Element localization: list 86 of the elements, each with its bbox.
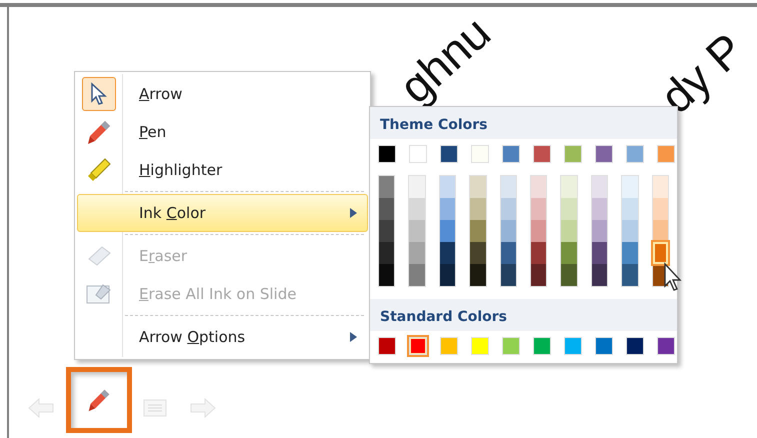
color-swatch[interactable] [595, 337, 613, 355]
menu-item[interactable]: Ink Color [77, 194, 368, 232]
color-swatch[interactable] [502, 337, 520, 355]
color-swatch[interactable] [440, 220, 456, 242]
color-swatch[interactable] [592, 242, 608, 264]
menu-item[interactable]: Arrow Options [77, 318, 368, 356]
pen-button[interactable] [66, 367, 132, 433]
color-swatch[interactable] [533, 337, 551, 355]
color-swatch[interactable] [592, 264, 608, 286]
color-swatch[interactable] [470, 176, 486, 198]
color-swatch[interactable] [531, 220, 546, 242]
color-swatch[interactable] [471, 337, 489, 355]
color-swatch[interactable] [502, 145, 520, 163]
pen-icon [85, 118, 113, 146]
color-swatch[interactable] [409, 220, 425, 242]
color-swatch[interactable] [440, 242, 456, 264]
previous-arrow-icon [27, 396, 55, 420]
color-swatch[interactable] [378, 337, 396, 355]
color-swatch[interactable] [564, 145, 582, 163]
color-swatch[interactable] [592, 198, 608, 220]
color-swatch[interactable] [592, 176, 608, 198]
color-swatch[interactable] [622, 264, 638, 286]
menu-icon [142, 397, 168, 419]
color-swatch[interactable] [470, 198, 486, 220]
color-swatch[interactable] [622, 220, 638, 242]
section-heading: Standard Colors [370, 299, 677, 331]
color-swatch[interactable] [531, 176, 546, 198]
color-swatch[interactable] [379, 220, 394, 242]
color-swatch[interactable] [378, 145, 396, 163]
color-swatch[interactable] [561, 242, 577, 264]
color-swatch[interactable] [500, 264, 516, 286]
color-swatch[interactable] [622, 198, 638, 220]
color-swatch[interactable] [652, 242, 668, 264]
color-swatch[interactable] [622, 176, 638, 198]
menu-item[interactable]: Highlighter [77, 151, 368, 189]
color-swatch[interactable] [440, 337, 458, 355]
color-swatch[interactable] [500, 220, 516, 242]
color-swatch[interactable] [592, 220, 608, 242]
next-arrow-icon [189, 396, 217, 420]
color-swatch[interactable] [470, 264, 486, 286]
color-swatch[interactable] [500, 198, 516, 220]
submenu-arrow-icon [350, 332, 357, 342]
color-swatch[interactable] [500, 242, 516, 264]
color-swatch[interactable] [409, 264, 425, 286]
color-swatch[interactable] [626, 145, 644, 163]
color-swatch[interactable] [561, 198, 577, 220]
color-swatch[interactable] [379, 242, 394, 264]
color-swatch[interactable] [471, 145, 489, 163]
color-swatch[interactable] [440, 176, 456, 198]
color-swatch[interactable] [561, 176, 577, 198]
color-swatch[interactable] [531, 264, 546, 286]
color-swatch[interactable] [409, 242, 425, 264]
color-swatch[interactable] [409, 145, 427, 163]
menu-item[interactable]: Arrow [77, 75, 368, 113]
color-swatch[interactable] [531, 242, 546, 264]
color-swatch[interactable] [500, 176, 516, 198]
color-swatch[interactable] [440, 198, 456, 220]
color-swatch[interactable] [409, 337, 427, 355]
arrow-pointer-icon [89, 82, 109, 106]
color-swatch[interactable] [564, 337, 582, 355]
color-swatch[interactable] [533, 145, 551, 163]
color-swatch[interactable] [561, 264, 577, 286]
color-swatch[interactable] [622, 242, 638, 264]
section-heading: Theme Colors [370, 107, 677, 139]
pen-icon [86, 387, 112, 413]
color-swatch[interactable] [379, 198, 394, 220]
color-swatch[interactable] [652, 176, 668, 198]
color-swatch[interactable] [595, 145, 613, 163]
color-swatch[interactable] [626, 337, 644, 355]
color-swatch[interactable] [409, 176, 425, 198]
color-swatch[interactable] [470, 220, 486, 242]
color-swatch[interactable] [657, 337, 675, 355]
color-swatch[interactable] [379, 176, 394, 198]
color-swatch[interactable] [440, 264, 456, 286]
color-swatch[interactable] [561, 220, 577, 242]
color-swatch[interactable] [440, 145, 458, 163]
color-swatch[interactable] [470, 242, 486, 264]
color-swatch[interactable] [657, 145, 675, 163]
submenu-arrow-icon [350, 208, 357, 218]
color-swatch[interactable] [531, 198, 546, 220]
color-swatch[interactable] [652, 198, 668, 220]
color-swatch[interactable] [379, 264, 394, 286]
color-swatch[interactable] [409, 198, 425, 220]
color-swatch[interactable] [652, 220, 668, 242]
slide-eraser-icon [85, 282, 113, 306]
menu-item[interactable]: Pen [77, 113, 368, 151]
